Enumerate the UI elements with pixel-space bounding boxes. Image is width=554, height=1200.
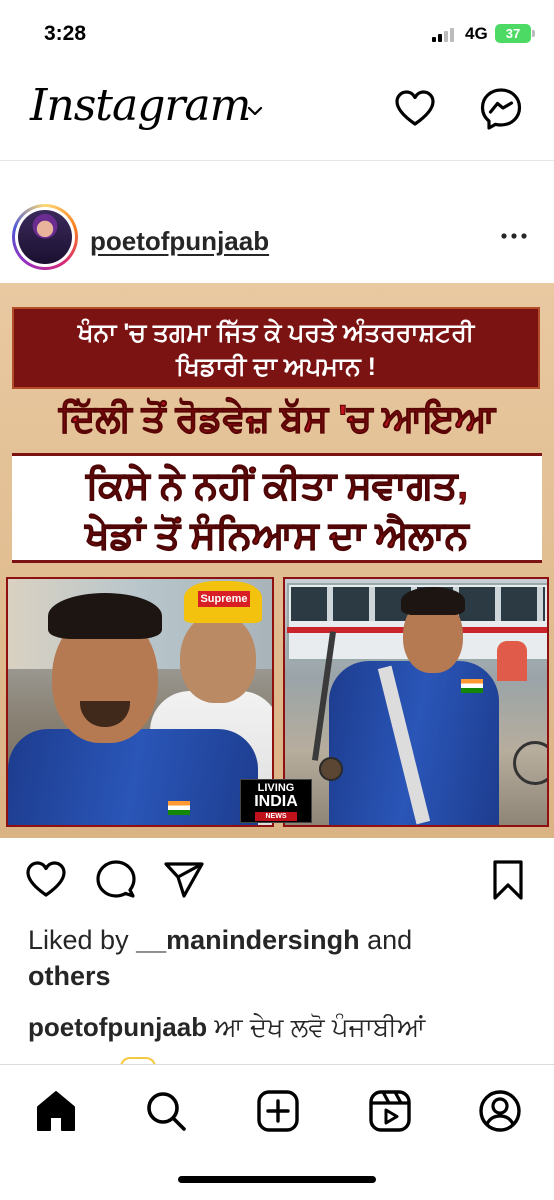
likes-user[interactable]: __manindersingh (136, 925, 360, 955)
post-username[interactable]: poetofpunjaab (90, 226, 269, 257)
headline-line-1: ਖੰਨਾ 'ਚ ਤਗਮਾ ਜਿੱਤ ਕੇ ਪਰਤੇ ਅੰਤਰਰਾਸ਼ਟਰੀ (77, 319, 475, 347)
network-label: 4G (465, 24, 488, 43)
headline-box: ਕਿਸੇ ਨੇ ਨਹੀਂ ਕੀਤਾ ਸਵਾਗਤ, ਖੇਡਾਂ ਤੋਂ ਸੰਨਿਆ… (12, 453, 542, 563)
status-bar: 3:28 4G 37 (0, 0, 554, 68)
home-indicator[interactable] (178, 1176, 376, 1183)
headline-line-2: ਖਿਡਾਰੀ ਦਾ ਅਪਮਾਨ ! (175, 353, 377, 381)
reels-icon[interactable] (366, 1087, 414, 1135)
living-india-news-logo: LIVING INDIA NEWS (240, 779, 312, 823)
post-caption: poetofpunjaab ਆ ਦੇਖ ਲਵੋ ਪੰਜਾਬੀਆਂ (28, 1012, 548, 1044)
caption-username[interactable]: poetofpunjaab (28, 1012, 207, 1042)
status-time: 3:28 (44, 22, 87, 45)
save-bookmark-icon[interactable] (486, 858, 530, 902)
profile-icon[interactable] (476, 1087, 524, 1135)
messenger-icon[interactable] (478, 86, 524, 132)
headline-line-4: ਕਿਸੇ ਨੇ ਨਹੀਂ ਕੀਤਾ ਸਵਾਗਤ, (86, 465, 469, 508)
battery-icon: 37 (495, 24, 535, 43)
search-icon[interactable] (142, 1087, 190, 1135)
photo-right (283, 577, 549, 827)
create-post-icon[interactable] (254, 1087, 302, 1135)
post-actions (0, 858, 554, 906)
share-send-icon[interactable] (162, 858, 206, 902)
heart-icon[interactable] (392, 86, 438, 132)
battery-level: 37 (505, 26, 521, 41)
like-heart-icon[interactable] (24, 858, 68, 902)
home-icon[interactable] (32, 1087, 80, 1135)
instagram-logo[interactable]: Instagram (30, 80, 251, 131)
app-header: Instagram (0, 68, 554, 158)
likes-prefix: Liked by (28, 925, 137, 955)
photo-left: Supreme (6, 577, 274, 827)
post-header: poetofpunjaab (0, 198, 554, 278)
comment-icon[interactable] (94, 858, 138, 902)
likes-mid: and (359, 925, 413, 955)
likes-others[interactable]: others (28, 961, 111, 991)
headline-line-5: ਖੇਡਾਂ ਤੋਂ ਸੰਨਿਆਸ ਦਾ ਐਲਾਨ (85, 515, 469, 558)
post-image[interactable]: ਖੰਨਾ 'ਚ ਤਗਮਾ ਜਿੱਤ ਕੇ ਪਰਤੇ ਅੰਤਰਰਾਸ਼ਟਰੀ ਖਿ… (0, 283, 554, 838)
chevron-down-icon[interactable] (246, 102, 264, 120)
cap-logo: Supreme (198, 591, 250, 607)
caption-text: ਆ ਦੇਖ ਲਵੋ ਪੰਜਾਬੀਆਂ (207, 1012, 426, 1042)
likes-summary[interactable]: Liked by __manindersingh and others (28, 922, 528, 994)
avatar[interactable] (12, 204, 78, 270)
signal-icon (432, 28, 458, 42)
header-divider (0, 160, 554, 161)
more-options-icon[interactable] (498, 226, 530, 246)
headline-line-3: ਦਿੱਲੀ ਤੋਂ ਰੋਡਵੇਜ਼ ਬੱਸ 'ਚ ਆਇਆ (58, 398, 496, 440)
headline-banner: ਖੰਨਾ 'ਚ ਤਗਮਾ ਜਿੱਤ ਕੇ ਪਰਤੇ ਅੰਤਰਰਾਸ਼ਟਰੀ ਖਿ… (12, 307, 540, 389)
